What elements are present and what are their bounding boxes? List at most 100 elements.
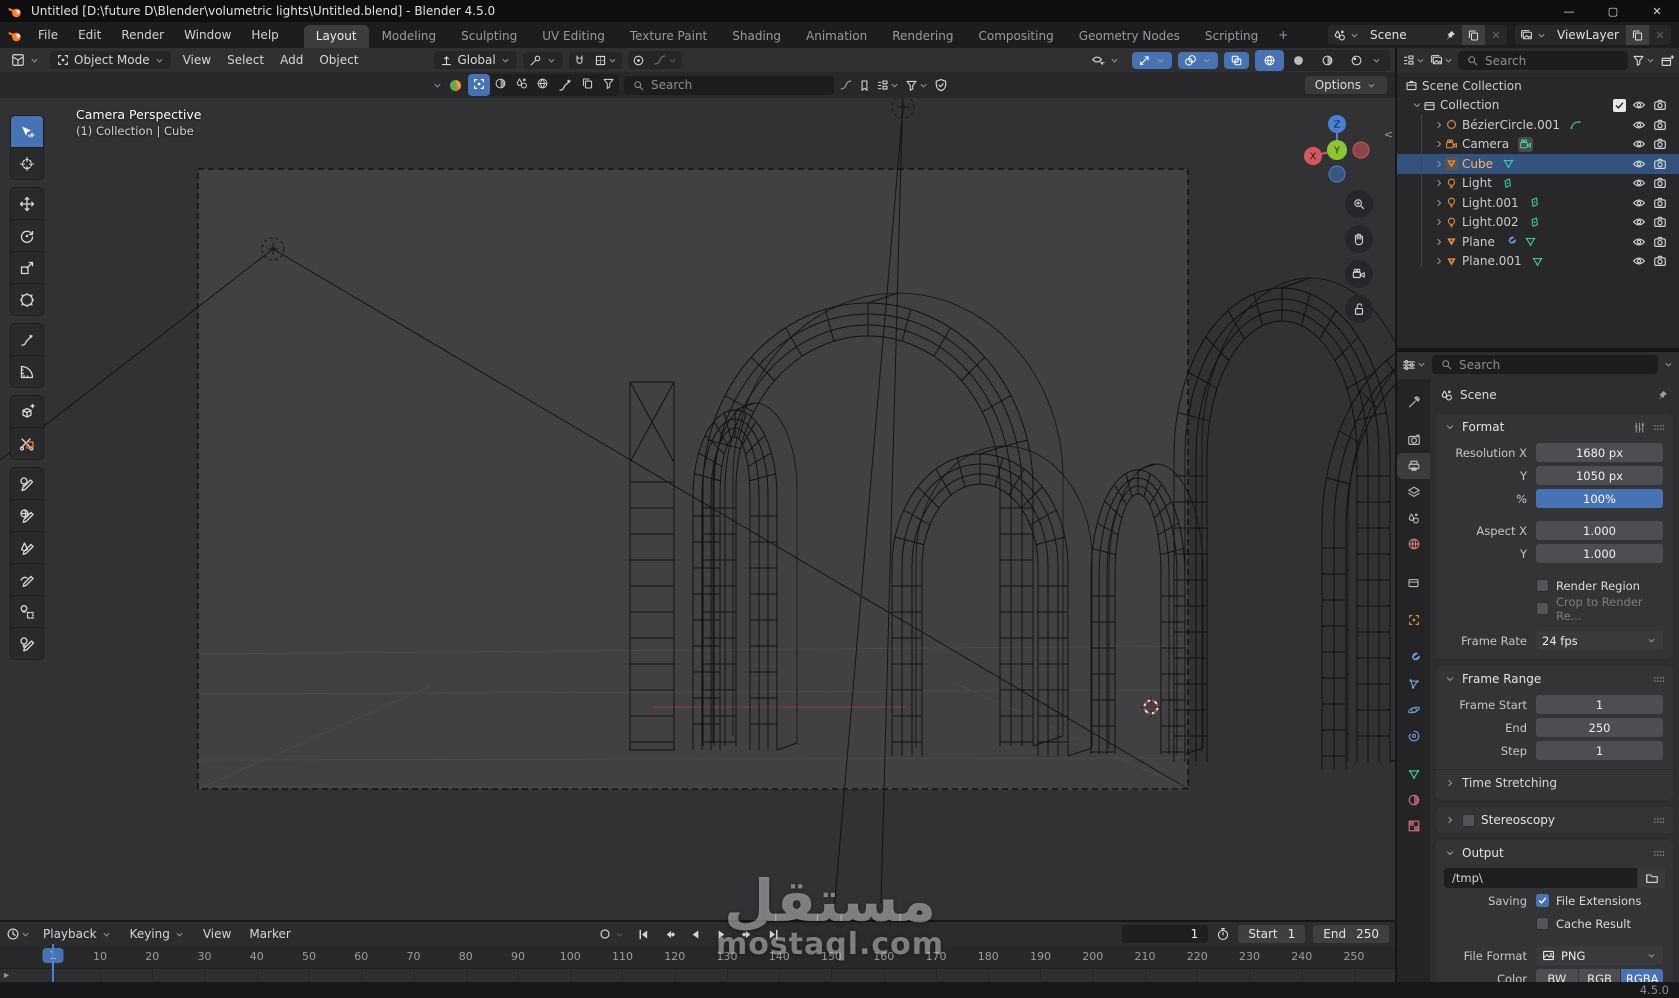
segment-rgb[interactable]: RGB — [1578, 969, 1621, 982]
checkbox-row[interactable]: Cache Result — [1536, 917, 1663, 931]
gizmos-toggle[interactable] — [1132, 51, 1172, 69]
tab-modeling[interactable]: Modeling — [370, 25, 449, 48]
visibility-dropdown[interactable] — [1085, 51, 1126, 69]
tool-paint-world[interactable] — [10, 499, 44, 532]
timeline-ruler[interactable]: 1102030405060708090100110120130140150160… — [0, 946, 1395, 968]
shading-rendered-button[interactable] — [1342, 50, 1390, 71]
dropdown-frame-rate[interactable]: 24 fps — [1536, 631, 1663, 650]
sidebar-collapse-arrow[interactable]: < — [1384, 128, 1393, 141]
time-stretching-subsection[interactable]: Time Stretching — [1436, 769, 1673, 792]
properties-tab-data[interactable] — [1397, 761, 1430, 787]
orientation-selector[interactable]: Global — [434, 51, 517, 69]
expand-icon[interactable] — [1433, 255, 1445, 267]
tool-paint-frame[interactable] — [10, 595, 44, 628]
value-field[interactable]: 1.000 — [1536, 521, 1663, 540]
tool-cursor[interactable] — [10, 147, 44, 180]
current-frame-field[interactable]: 1 — [1122, 925, 1209, 943]
collection-checkbox[interactable] — [1613, 98, 1626, 112]
properties-search[interactable]: Search — [1432, 355, 1658, 374]
pan-button[interactable] — [1345, 225, 1373, 253]
properties-tab-output[interactable] — [1397, 453, 1430, 479]
viewport-search[interactable]: Search — [624, 75, 834, 95]
tool-move[interactable] — [10, 187, 44, 220]
outliner-row-light-001[interactable]: Light.001 — [1397, 193, 1679, 213]
outliner-row-cube[interactable]: Cube — [1397, 154, 1679, 174]
value-field[interactable]: 1 — [1536, 695, 1663, 714]
outliner-filter-button[interactable] — [1632, 54, 1656, 67]
proportional-toggle[interactable] — [628, 52, 649, 69]
properties-tab-texture[interactable] — [1397, 813, 1430, 839]
properties-tab-tool[interactable] — [1397, 389, 1430, 415]
expand-icon[interactable] — [1433, 138, 1445, 150]
value-field[interactable]: 1.000 — [1536, 544, 1663, 563]
menu-file[interactable]: File — [29, 25, 67, 45]
outliner-row-plane-001[interactable]: Plane.001 — [1397, 252, 1679, 272]
viewport-menu-add[interactable]: Add — [272, 51, 311, 69]
value-field[interactable]: 1 — [1536, 741, 1663, 760]
visibility-eye-icon[interactable] — [1632, 254, 1646, 268]
tool-paint-cone[interactable] — [10, 531, 44, 564]
blender-menu-icon[interactable] — [8, 28, 23, 43]
maximize-button[interactable]: ▢ — [1591, 0, 1635, 22]
properties-tab-world[interactable] — [1397, 531, 1430, 557]
unlink-scene-button[interactable] — [1490, 29, 1502, 41]
tool-paint-light[interactable] — [10, 467, 44, 500]
expand-icon[interactable] — [1433, 216, 1445, 228]
mode-selector[interactable]: Object Mode — [50, 51, 171, 69]
outliner-row-plane[interactable]: Plane — [1397, 232, 1679, 252]
channel-expander[interactable]: ▸ — [4, 970, 9, 981]
playhead[interactable] — [52, 944, 54, 982]
properties-tab-render[interactable] — [1397, 427, 1430, 453]
outliner-row-light[interactable]: Light — [1397, 174, 1679, 194]
render-visibility-icon[interactable] — [1653, 137, 1667, 151]
tool-cut[interactable] — [10, 427, 44, 460]
timeline-editor-type[interactable] — [6, 927, 31, 941]
tab-sculpting[interactable]: Sculpting — [449, 25, 529, 48]
properties-tab-modifiers[interactable] — [1397, 645, 1430, 671]
properties-tab-view-layer[interactable] — [1397, 479, 1430, 505]
preview-range-icon[interactable] — [1216, 927, 1230, 941]
filter-button[interactable] — [905, 79, 929, 92]
viewport-canvas[interactable]: Camera Perspective (1) Collection | Cube… — [0, 98, 1395, 920]
expand-icon[interactable] — [1411, 99, 1423, 111]
viewport-menu-select[interactable]: Select — [219, 51, 272, 69]
asset-ball-icon[interactable] — [448, 78, 463, 93]
drag-dots-icon[interactable] — [1652, 421, 1665, 434]
pages-filter-toggle[interactable] — [577, 74, 598, 96]
expand-icon[interactable] — [1433, 197, 1445, 209]
expand-icon[interactable] — [1433, 119, 1445, 131]
visibility-eye-icon[interactable] — [1632, 118, 1646, 132]
minimize-button[interactable]: — — [1547, 0, 1591, 22]
outliner-viewlayer-mode[interactable] — [1430, 54, 1454, 67]
drag-dots-icon[interactable] — [1652, 814, 1665, 827]
value-field[interactable]: 1050 px — [1536, 466, 1663, 485]
segment-rgba[interactable]: RGBA — [1621, 969, 1664, 982]
shading-solid-button[interactable] — [1284, 50, 1313, 71]
menu-help[interactable]: Help — [242, 25, 287, 45]
browse-folder-button[interactable] — [1639, 868, 1665, 888]
tool-scale[interactable] — [10, 251, 44, 284]
frame-start-field[interactable]: Start 1 — [1238, 925, 1306, 943]
properties-tab-scene[interactable] — [1397, 505, 1430, 531]
remove-viewlayer-button[interactable] — [1654, 29, 1666, 41]
tab-geometry-nodes[interactable]: Geometry Nodes — [1067, 25, 1192, 48]
tool-tweak-select[interactable] — [10, 115, 44, 148]
visibility-eye-icon[interactable] — [1632, 137, 1646, 151]
visibility-eye-icon[interactable] — [1632, 235, 1646, 249]
outliner-search[interactable]: Search — [1458, 51, 1628, 70]
new-collection-icon[interactable] — [1660, 54, 1674, 68]
render-visibility-icon[interactable] — [1653, 254, 1667, 268]
viewport-menu-object[interactable]: Object — [311, 51, 366, 69]
checkbox[interactable] — [1536, 579, 1549, 592]
timeline-menu-playback[interactable]: Playback — [35, 925, 120, 943]
expand-icon[interactable] — [1444, 814, 1456, 826]
value-field[interactable]: 250 — [1536, 718, 1663, 737]
tab-texture-paint[interactable]: Texture Paint — [618, 25, 719, 48]
collapse-icon[interactable] — [1444, 673, 1456, 685]
viewport-menu-view[interactable]: View — [175, 51, 219, 69]
scene-selector[interactable]: Scene — [1328, 25, 1507, 45]
tab-scripting[interactable]: Scripting — [1193, 25, 1270, 48]
xray-toggle[interactable] — [1224, 51, 1249, 69]
timeline-menu-marker[interactable]: Marker — [241, 925, 298, 943]
expand-icon[interactable] — [1433, 177, 1445, 189]
